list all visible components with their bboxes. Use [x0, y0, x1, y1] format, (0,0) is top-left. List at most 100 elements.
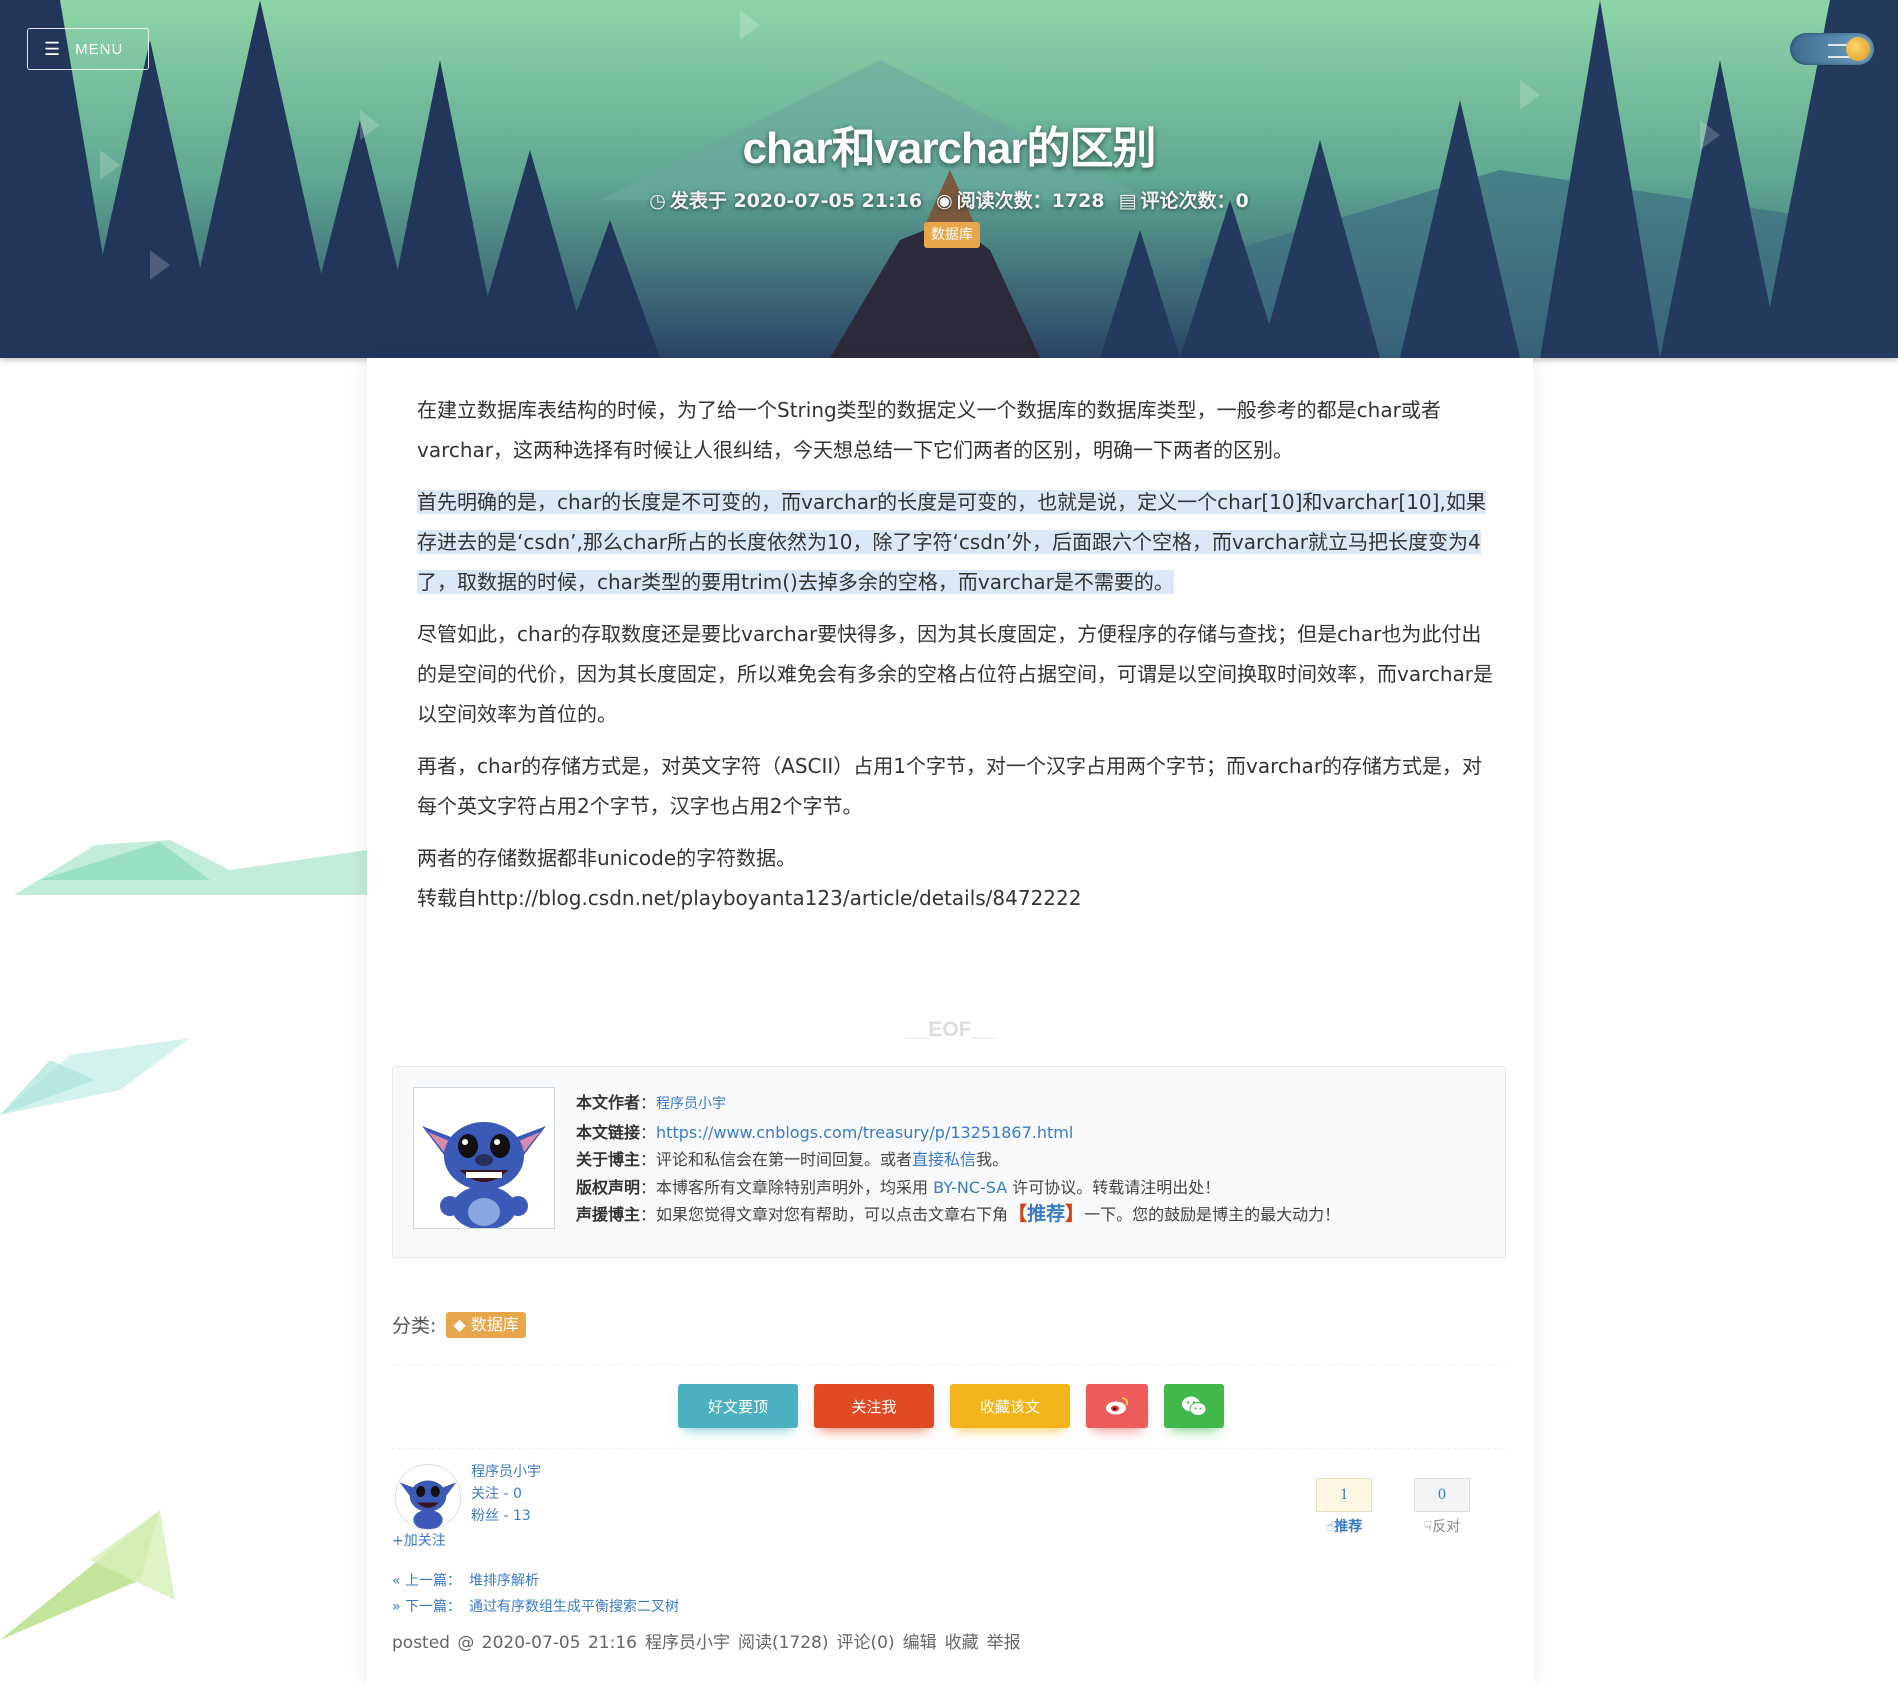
divider: [392, 1448, 1506, 1449]
post-navigation: « 上一篇： 堆排序解析 » 下一篇： 通过有序数组生成平衡搜索二叉树: [392, 1568, 679, 1620]
paragraph: 在建立数据库表结构的时候，为了给一个String类型的数据定义一个数据库的数据库…: [417, 398, 1441, 462]
blogger-name-link[interactable]: 程序员小宇: [471, 1461, 541, 1483]
paragraph: 再者，char的存储方式是，对英文字符（ASCII）占用1个字节，对一个汉字占用…: [417, 754, 1483, 818]
header-banner: ☰ MENU char和varchar的区别 ◷ 发表于 2020-07-05 2…: [0, 0, 1898, 358]
author-label: 本文作者: [576, 1093, 641, 1112]
copyright-label: 版权声明: [576, 1177, 641, 1197]
colon: ：: [640, 1150, 657, 1169]
next-post: » 下一篇： 通过有序数组生成平衡搜索二叉树: [392, 1594, 679, 1620]
support-text-end: 一下。您的鼓励是博主的最大动力！: [1084, 1205, 1341, 1224]
about-text: 评论和私信会在第一时间回复。或者: [656, 1150, 913, 1169]
prev-post-link[interactable]: 堆排序解析: [469, 1573, 539, 1589]
post-description: posted @ 2020-07-05 21:16 程序员小宇 阅读(1728) 评论…: [392, 1628, 1029, 1653]
source-paragraph: 转载自http://blog.csdn.net/playboyanta123/a…: [417, 886, 1082, 910]
article-card: 在建立数据库表结构的时候，为了给一个String类型的数据定义一个数据库的数据库…: [367, 358, 1533, 1686]
posted-date: 发表于 2020-07-05 21:16: [669, 190, 923, 212]
author-name-link[interactable]: 程序员小宇: [656, 1096, 726, 1112]
colon: ：: [640, 1205, 657, 1224]
theme-toggle[interactable]: [1790, 33, 1874, 65]
collect-link[interactable]: 收藏: [945, 1633, 979, 1653]
link-label: 本文链接: [576, 1122, 641, 1142]
bracket-close: 】: [1065, 1203, 1085, 1225]
weibo-icon: [1106, 1397, 1129, 1415]
blogger-avatar[interactable]: [395, 1464, 461, 1530]
support-text: 如果您觉得文章对您有帮助，可以点击文章右下角: [656, 1205, 1009, 1224]
about-line: 关于博主：评论和私信会在第一时间回复。或者直接私信我。: [576, 1146, 1340, 1174]
eof-marker: __EOF__: [905, 1018, 995, 1041]
category-row: 分类: ◆ 数据库: [392, 1311, 526, 1338]
hamburger-icon: ☰: [44, 39, 62, 59]
report-link[interactable]: 举报: [987, 1633, 1021, 1653]
next-post-link[interactable]: 通过有序数组生成平衡搜索二叉树: [469, 1599, 679, 1615]
thumbs-up-icon: ☝: [1325, 1519, 1335, 1535]
author-details: 本文作者：程序员小宇 本文链接：https://www.cnblogs.com/…: [576, 1089, 1340, 1229]
copyright-line: 版权声明：本博客所有文章除特别声明外，均采用 BY-NC-SA 许可协议。转载请…: [576, 1174, 1340, 1202]
oppose-count: 0: [1414, 1478, 1470, 1512]
banner-category-tag[interactable]: 数据库: [924, 222, 980, 248]
good-post-button[interactable]: 好文要顶: [678, 1384, 798, 1428]
tag-icon: ◆: [453, 1314, 471, 1334]
oppose-text: 反对: [1432, 1519, 1461, 1535]
postdesc-author-link[interactable]: 程序员小宇: [645, 1633, 730, 1653]
divider: [392, 1364, 1506, 1365]
license-link[interactable]: BY-NC-SA: [933, 1178, 1007, 1197]
postdesc-reads: 阅读(1728): [737, 1633, 829, 1653]
menu-button[interactable]: ☰ MENU: [27, 28, 149, 70]
about-text-end: 我。: [976, 1150, 1009, 1169]
read-count: 阅读次数：1728: [956, 190, 1105, 212]
post-meta: ◷ 发表于 2020-07-05 21:16 ◉ 阅读次数：1728 ▤ 评论次数：0: [0, 186, 1898, 213]
comment-count: 评论次数：0: [1140, 190, 1249, 212]
favorite-button[interactable]: 收藏该文: [950, 1384, 1070, 1428]
support-label: 声援博主: [576, 1205, 641, 1224]
paragraph: 两者的存储数据都非unicode的字符数据。: [417, 846, 797, 870]
menu-label: MENU: [75, 40, 124, 58]
edit-link[interactable]: 编辑: [903, 1633, 937, 1653]
forest-illustration: [0, 0, 1898, 358]
author-line: 本文作者：程序员小宇: [576, 1089, 1340, 1119]
followers-link[interactable]: 粉丝 - 13: [471, 1505, 541, 1527]
post-url-link[interactable]: https://www.cnblogs.com/treasury/p/13251…: [656, 1123, 1073, 1142]
wechat-share-button[interactable]: [1164, 1384, 1224, 1428]
about-label: 关于博主: [576, 1150, 641, 1169]
add-follow-link[interactable]: +加关注: [392, 1530, 446, 1550]
recommend-vote[interactable]: 1 ☝推荐: [1316, 1478, 1372, 1536]
category-tag-text: 数据库: [470, 1314, 519, 1334]
stitch-avatar-small: [396, 1465, 460, 1529]
eye-icon: ◉: [936, 190, 953, 212]
recommend-text: 推荐: [1334, 1519, 1363, 1535]
postdesc-comments-link[interactable]: 评论(0): [837, 1633, 895, 1653]
oppose-label: ☟反对: [1414, 1516, 1470, 1536]
comment-icon: ▤: [1118, 190, 1137, 212]
post-title: char和varchar的区别: [742, 124, 1157, 173]
weibo-share-button[interactable]: [1086, 1384, 1148, 1428]
colon: ：: [640, 1093, 657, 1112]
oppose-vote[interactable]: 0 ☟反对: [1414, 1478, 1470, 1536]
link-line: 本文链接：https://www.cnblogs.com/treasury/p/…: [576, 1119, 1340, 1147]
posted-time: posted @ 2020-07-05 21:16: [392, 1633, 637, 1653]
following-link[interactable]: 关注 - 0: [471, 1483, 541, 1505]
thumbs-down-icon: ☟: [1423, 1519, 1433, 1535]
copyright-text: 本博客所有文章除特别声明外，均采用: [656, 1177, 934, 1197]
category-label: 分类:: [392, 1315, 437, 1337]
paragraph: 尽管如此，char的存取数度还是要比varchar要快得多，因为其长度固定，方便…: [417, 622, 1494, 726]
colon: ：: [640, 1122, 657, 1142]
category-tag-link[interactable]: ◆ 数据库: [446, 1311, 526, 1338]
article-body: 在建立数据库表结构的时候，为了给一个String类型的数据定义一个数据库的数据库…: [417, 390, 1497, 930]
recommend-count: 1: [1316, 1478, 1372, 1512]
colon: ：: [640, 1177, 657, 1197]
author-info-box: 本文作者：程序员小宇 本文链接：https://www.cnblogs.com/…: [392, 1066, 1506, 1258]
bracket-open: 【: [1008, 1203, 1028, 1225]
recommend-highlight: 【推荐】: [1008, 1203, 1084, 1225]
stitch-avatar-image: [414, 1088, 554, 1228]
wechat-icon: [1182, 1396, 1207, 1416]
recommend-word: 推荐: [1027, 1203, 1066, 1225]
copyright-text-end: 许可协议。转载请注明出处！: [1007, 1177, 1221, 1197]
share-button-row: 好文要顶 关注我 收藏该文: [678, 1384, 1224, 1428]
prev-post: « 上一篇： 堆排序解析: [392, 1568, 679, 1594]
selected-text: 首先明确的是，char的长度是不可变的，而varchar的长度是可变的，也就是说…: [417, 490, 1486, 594]
direct-message-link[interactable]: 直接私信: [912, 1150, 976, 1169]
prev-label: « 上一篇：: [392, 1573, 462, 1589]
support-line: 声援博主：如果您觉得文章对您有帮助，可以点击文章右下角【推荐】一下。您的鼓励是博…: [576, 1201, 1340, 1229]
follow-me-button[interactable]: 关注我: [814, 1384, 934, 1428]
recommend-label: ☝推荐: [1316, 1516, 1372, 1536]
